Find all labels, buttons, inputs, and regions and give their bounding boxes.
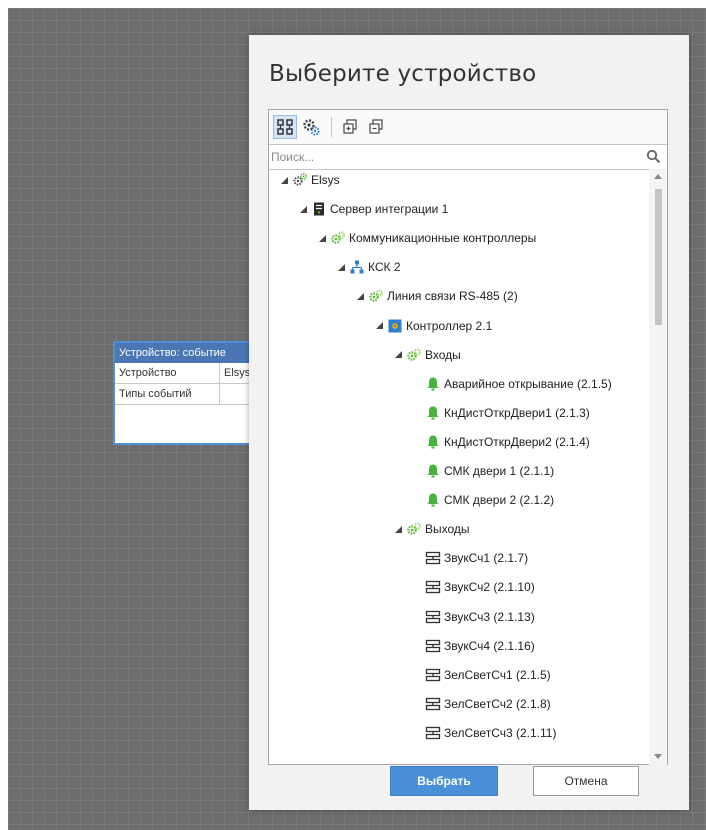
- bell-icon: [425, 463, 441, 479]
- tree-item-label: Линия связи RS-485 (2): [387, 289, 518, 304]
- collapse-all-button[interactable]: [364, 115, 388, 139]
- tree-item[interactable]: ЗвукСч1 (2.1.7): [412, 548, 528, 568]
- tree-item[interactable]: ЗвукСч3 (2.1.13): [412, 607, 535, 627]
- tree-item-label: СМК двери 2 (2.1.2): [444, 493, 555, 508]
- tree-item[interactable]: Аварийное открывание (2.1.5): [412, 374, 612, 394]
- node-row-value: [220, 384, 224, 404]
- hierarchy-view-icon: [277, 119, 293, 135]
- tree-item-label: ЗвукСч1 (2.1.7): [444, 551, 529, 566]
- gear-green-icon: [330, 230, 346, 246]
- tree-item-label: Elsys: [311, 173, 340, 187]
- tree-item-label: ЗвукСч4 (2.1.16): [444, 638, 535, 653]
- expand-triangle-icon[interactable]: [393, 351, 403, 359]
- tree-scrollbar[interactable]: [649, 169, 667, 765]
- output-icon: [425, 579, 441, 595]
- device-tree-panel: Elsys Сервер интеграции 1 Коммуникационные…: [268, 109, 668, 765]
- node-row-key: Типы событий: [115, 384, 220, 404]
- tree-item-label: Сервер интеграции 1: [330, 202, 449, 217]
- tree-item[interactable]: Входы: [393, 345, 461, 365]
- cancel-button[interactable]: Отмена: [533, 766, 639, 796]
- settings-view-icon: [303, 119, 320, 136]
- output-icon: [425, 725, 441, 741]
- tree-item-label: Аварийное открывание (2.1.5): [444, 376, 612, 391]
- search-bar: [269, 145, 667, 170]
- node-row-value: Elsys: [224, 367, 251, 379]
- device-tree: Elsys Сервер интеграции 1 Коммуникационные…: [269, 169, 649, 765]
- expand-all-icon: [343, 119, 357, 134]
- tree-item-label: Коммуникационные контроллеры: [349, 231, 537, 246]
- tree-item[interactable]: Выходы: [393, 519, 470, 539]
- expand-all-button[interactable]: [338, 115, 362, 139]
- collapse-all-icon: [369, 119, 383, 134]
- expand-triangle-icon[interactable]: [298, 205, 308, 213]
- node-row-key: Устройство: [115, 363, 220, 383]
- search-input[interactable]: [269, 149, 633, 165]
- toolbar-separator: [331, 117, 332, 137]
- tree-item-label: ЗелСветСч1 (2.1.5): [444, 667, 551, 682]
- output-icon: [425, 667, 441, 683]
- bell-icon: [425, 434, 441, 450]
- gears-icon: [292, 172, 308, 188]
- expand-triangle-icon[interactable]: [279, 176, 289, 184]
- tree-item[interactable]: ЗелСветСч1 (2.1.5): [412, 665, 551, 685]
- network-icon: [349, 259, 365, 275]
- controller-icon: [387, 318, 403, 334]
- scroll-thumb[interactable]: [655, 189, 662, 325]
- bell-icon: [425, 405, 441, 421]
- tree-item[interactable]: ЗелСветСч2 (2.1.8): [412, 694, 551, 714]
- expand-triangle-icon[interactable]: [355, 292, 365, 300]
- tree-item[interactable]: Линия связи RS-485 (2): [355, 286, 518, 306]
- select-button[interactable]: Выбрать: [390, 766, 498, 796]
- tree-item[interactable]: Коммуникационные контроллеры: [317, 228, 536, 248]
- search-icon[interactable]: [646, 149, 661, 167]
- bell-icon: [425, 376, 441, 392]
- expand-triangle-icon[interactable]: [374, 322, 384, 329]
- bell-icon: [425, 492, 441, 508]
- gear-green-icon: [406, 521, 422, 537]
- gear-green-icon: [406, 347, 422, 363]
- tree-item-label: ЗелСветСч3 (2.1.11): [444, 725, 557, 740]
- tree-item[interactable]: ЗвукСч2 (2.1.10): [412, 577, 535, 597]
- tree-toolbar: [269, 110, 667, 145]
- tree-item[interactable]: СМК двери 2 (2.1.2): [412, 490, 554, 510]
- tree-item[interactable]: ЗелСветСч3 (2.1.11): [412, 723, 556, 743]
- node-row: Типы событий: [115, 384, 271, 405]
- tree-item-label: ЗвукСч2 (2.1.10): [444, 580, 535, 595]
- tree-item-label: КнДистОткрДвери2 (2.1.4): [444, 434, 590, 449]
- tree-item[interactable]: ЗвукСч4 (2.1.16): [412, 636, 535, 656]
- tree-item-label: Выходы: [425, 522, 470, 537]
- scroll-up-arrow-icon[interactable]: [654, 174, 662, 179]
- scroll-down-arrow-icon[interactable]: [654, 754, 662, 759]
- expand-triangle-icon[interactable]: [393, 525, 403, 533]
- tree-item-label: ЗвукСч3 (2.1.13): [444, 609, 535, 624]
- tree-item[interactable]: КнДистОткрДвери1 (2.1.3): [412, 403, 590, 423]
- gear-green-icon: [368, 288, 384, 304]
- hierarchy-view-button[interactable]: [273, 115, 297, 139]
- node-row: Устройство Elsys: [115, 363, 271, 384]
- tree-item-label: Входы: [425, 347, 461, 362]
- server-icon: [311, 201, 327, 217]
- output-icon: [425, 550, 441, 566]
- settings-view-button[interactable]: [299, 115, 323, 139]
- dialog-title: Выберите устройство: [269, 61, 537, 87]
- tree-item-label: ЗелСветСч2 (2.1.8): [444, 696, 551, 711]
- expand-triangle-icon[interactable]: [336, 263, 346, 271]
- tree-item-label: КСК 2: [368, 260, 401, 275]
- output-icon: [425, 609, 441, 625]
- tree-item-label: КнДистОткрДвери1 (2.1.3): [444, 405, 590, 420]
- tree-item[interactable]: Сервер интеграции 1: [298, 199, 448, 219]
- expand-triangle-icon[interactable]: [317, 234, 327, 242]
- tree-item-label: Контроллер 2.1: [406, 318, 493, 333]
- tree-item[interactable]: Elsys: [279, 170, 340, 190]
- tree-item[interactable]: КнДистОткрДвери2 (2.1.4): [412, 432, 590, 452]
- output-icon: [425, 696, 441, 712]
- output-icon: [425, 638, 441, 654]
- tree-item-label: СМК двери 1 (2.1.1): [444, 464, 555, 478]
- node-title: Устройство: событие: [115, 343, 271, 363]
- tree-item[interactable]: КСК 2: [336, 257, 401, 277]
- tree-item[interactable]: СМК двери 1 (2.1.1): [412, 461, 554, 481]
- tree-item[interactable]: Контроллер 2.1: [374, 316, 492, 336]
- select-device-dialog: Выберите устройство Поиск... Elsys Серве…: [249, 35, 689, 810]
